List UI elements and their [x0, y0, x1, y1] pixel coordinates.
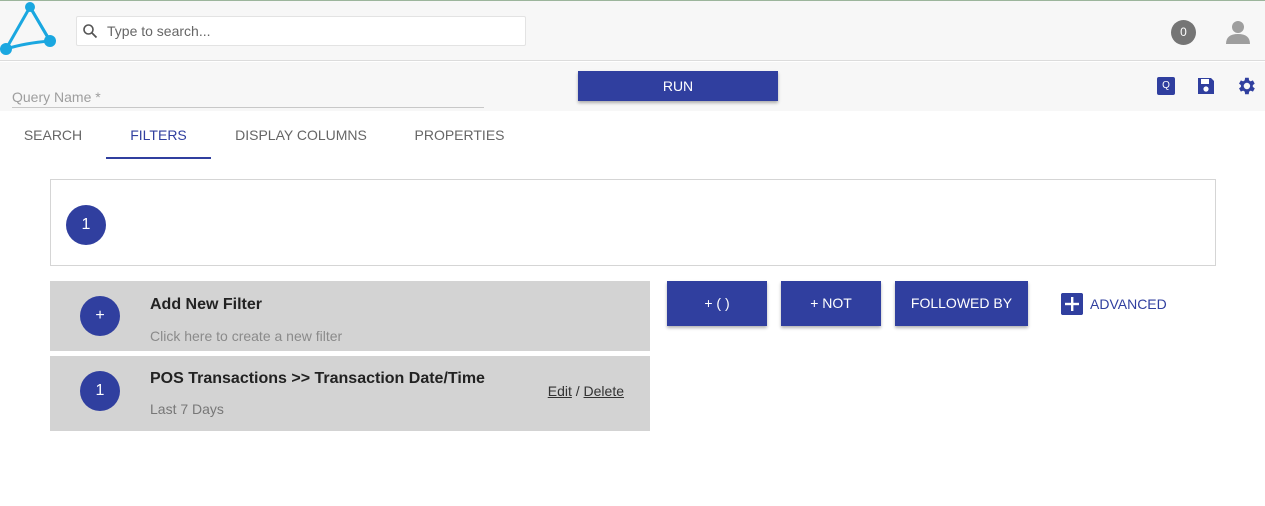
notification-badge[interactable]: 0: [1171, 20, 1196, 45]
action-separator: /: [575, 383, 580, 399]
advanced-label: ADVANCED: [1090, 296, 1167, 312]
add-group-button[interactable]: + ( ): [667, 281, 767, 326]
global-search[interactable]: [76, 16, 526, 46]
tab-search[interactable]: SEARCH: [4, 111, 102, 159]
delete-filter-link[interactable]: Delete: [584, 383, 624, 399]
add-filter-title: Add New Filter: [150, 296, 263, 313]
search-input[interactable]: [107, 20, 517, 42]
followed-by-button[interactable]: FOLLOWED BY: [895, 281, 1028, 326]
filter-number-badge: 1: [80, 371, 120, 411]
filter-card: 1 POS Transactions >> Transaction Date/T…: [50, 356, 650, 431]
add-filter-subtitle: Click here to create a new filter: [150, 328, 343, 344]
tab-filters[interactable]: FILTERS: [106, 111, 211, 159]
save-icon[interactable]: [1196, 76, 1216, 96]
add-new-filter-card[interactable]: + Add New Filter Click here to create a …: [50, 281, 650, 351]
add-not-button[interactable]: + NOT: [781, 281, 881, 326]
search-icon: [83, 24, 98, 39]
query-q-button[interactable]: Q: [1157, 77, 1175, 95]
sequence-step-badge[interactable]: 1: [66, 205, 106, 245]
filter-subtitle: Last 7 Days: [150, 401, 224, 417]
settings-gear-icon[interactable]: [1235, 75, 1257, 97]
add-filter-plus-icon: +: [80, 296, 120, 336]
filter-actions: Edit / Delete: [548, 383, 624, 399]
run-button[interactable]: RUN: [578, 71, 778, 101]
filter-sequence-area: 1: [50, 179, 1216, 266]
app-logo[interactable]: [0, 1, 60, 61]
plus-box-icon: [1061, 293, 1083, 315]
top-bar: 0: [0, 0, 1265, 61]
query-toolbar: Query Name * RUN Q: [0, 62, 1265, 111]
tab-bar: SEARCH FILTERS DISPLAY COLUMNS PROPERTIE…: [0, 111, 1265, 159]
user-avatar-icon[interactable]: [1224, 18, 1252, 46]
tab-properties[interactable]: PROPERTIES: [396, 111, 523, 159]
tab-display-columns[interactable]: DISPLAY COLUMNS: [220, 111, 382, 159]
query-name-field[interactable]: Query Name *: [12, 86, 484, 108]
edit-filter-link[interactable]: Edit: [548, 383, 572, 399]
filter-title: POS Transactions >> Transaction Date/Tim…: [150, 370, 485, 387]
